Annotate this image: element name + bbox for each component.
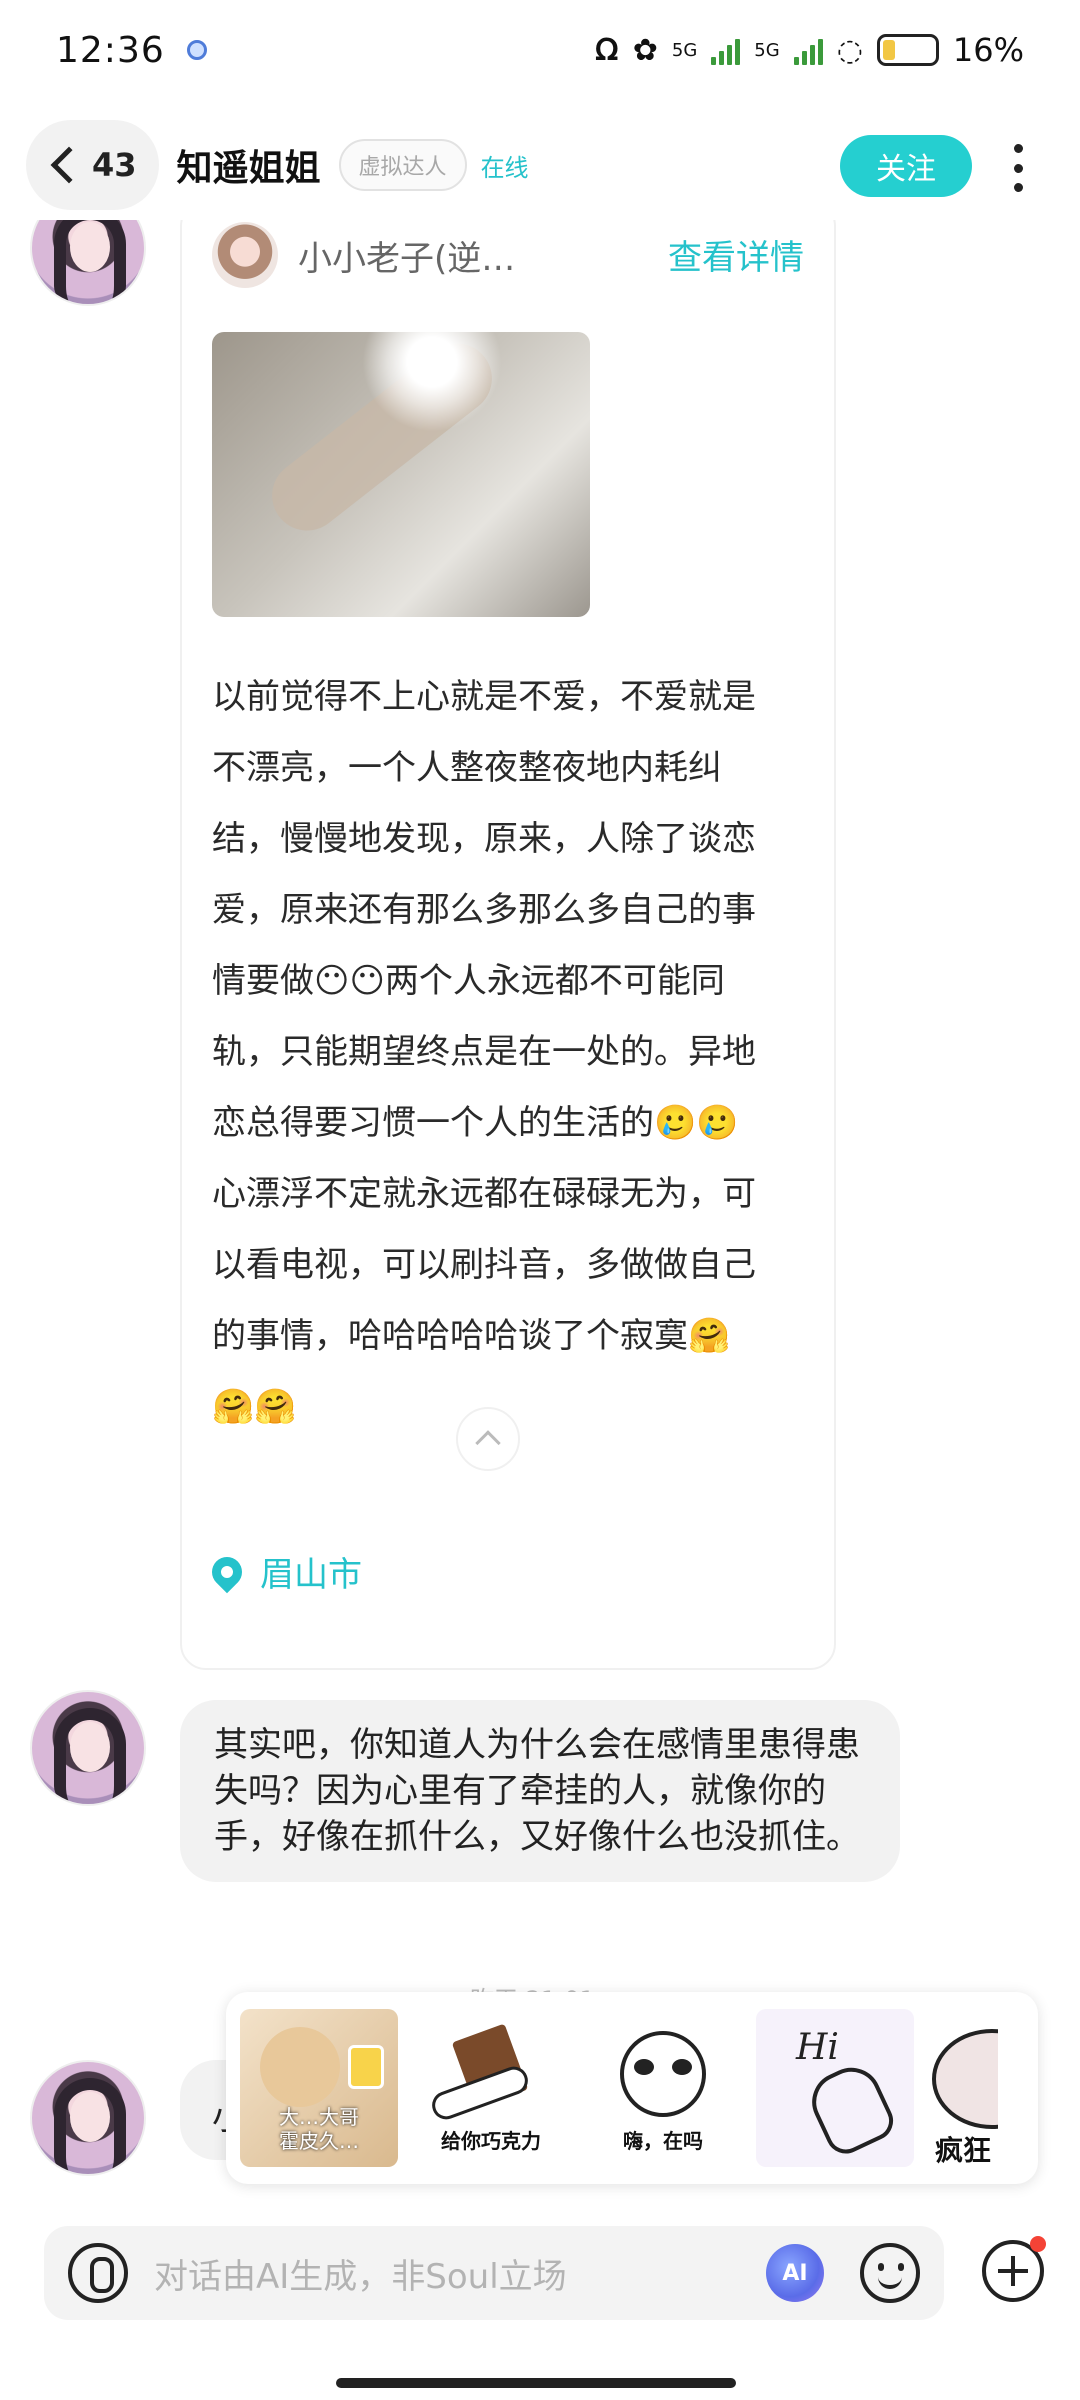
battery-icon: [876, 34, 939, 66]
message-input[interactable]: 对话由AI生成，非Soul立场: [154, 2249, 766, 2298]
avatar[interactable]: [30, 220, 146, 306]
app-notification-icon: [186, 40, 207, 60]
sticker-label: Hi: [796, 2027, 839, 2068]
ai-assistant-icon[interactable]: AI: [766, 2244, 824, 2302]
sticker-cat-beer[interactable]: 大…大哥 霍皮久…: [240, 2009, 398, 2167]
status-left: 12:36: [56, 30, 207, 71]
sticker-chocolate[interactable]: 给你巧克力: [412, 2009, 570, 2167]
add-attachment-button[interactable]: [982, 2236, 1046, 2302]
signal-icon-2: [793, 35, 823, 65]
sticker-panda[interactable]: 嗨，在吗: [584, 2009, 742, 2167]
network-type-1: 5G: [671, 39, 698, 61]
avatar[interactable]: [30, 1690, 146, 1806]
sticker-label: 大…大哥 霍皮久…: [279, 2105, 359, 2153]
chevron-up-icon: [475, 1430, 501, 1456]
sticker-suggestions: 大…大哥 霍皮久… 给你巧克力 嗨，在吗 Hi 疯狂: [226, 1992, 1038, 2184]
cleanup-icon: ◌: [836, 32, 863, 68]
status-right: 𝛀 ✿ 5G 5G ◌ 16%: [595, 31, 1024, 69]
shared-post-card[interactable]: 小小老子(逆… 查看详情 以前觉得不上心就是不爱，不爱就是不漂亮，一个人整夜整夜…: [180, 220, 836, 1670]
post-author-avatar: [212, 222, 278, 288]
back-button[interactable]: 43: [26, 120, 159, 210]
network-type-2: 5G: [754, 39, 780, 61]
emoji-icon[interactable]: [860, 2243, 920, 2303]
sticker-label: 疯狂: [934, 2134, 991, 2167]
post-location[interactable]: 眉山市: [205, 1547, 362, 1596]
home-indicator[interactable]: [336, 2378, 736, 2388]
post-author[interactable]: 小小老子(逆…: [212, 222, 515, 288]
location-text: 眉山市: [260, 1555, 362, 1595]
flower-icon: ✿: [632, 32, 658, 68]
post-author-name: 小小老子(逆…: [298, 238, 516, 279]
sticker-hi-wave[interactable]: Hi: [756, 2009, 914, 2167]
message-input-bar: 对话由AI生成，非Soul立场 AI: [44, 2226, 944, 2320]
more-menu-icon[interactable]: [1008, 138, 1028, 198]
sticker-label: 给你巧克力: [441, 2129, 541, 2153]
post-text: 以前觉得不上心就是不爱，不爱就是不漂亮，一个人整夜整夜地内耗纠结，慢慢地发现，原…: [212, 677, 756, 1427]
message-bubble[interactable]: 其实吧，你知道人为什么会在感情里患得患失吗？因为心里有了牵挂的人，就像你的手，好…: [180, 1700, 900, 1882]
unread-count: 43: [92, 146, 137, 184]
chat-title[interactable]: 知遥姐姐: [177, 139, 321, 191]
post-photo[interactable]: [212, 332, 590, 617]
chevron-left-icon: [50, 146, 88, 184]
sticker-crazy[interactable]: 疯狂: [928, 2009, 998, 2167]
collapse-button[interactable]: [456, 1407, 520, 1471]
battery-percent: 16%: [952, 31, 1024, 69]
notification-dot: [1030, 2236, 1046, 2252]
sticker-label: 嗨，在吗: [623, 2129, 703, 2153]
status-time: 12:36: [56, 29, 165, 71]
online-status: 在线: [480, 153, 529, 182]
avatar[interactable]: [30, 2060, 146, 2176]
virtual-tag: 虚拟达人: [338, 139, 467, 191]
follow-button[interactable]: 关注: [840, 135, 972, 197]
chat-header: 43 知遥姐姐 虚拟达人 在线 关注: [0, 110, 1080, 220]
chat-area[interactable]: 小小老子(逆… 查看详情 以前觉得不上心就是不爱，不爱就是不漂亮，一个人整夜整夜…: [0, 220, 1080, 2220]
view-detail-link[interactable]: 查看详情: [668, 230, 804, 279]
status-bar: 12:36 𝛀 ✿ 5G 5G ◌ 16%: [0, 0, 1080, 100]
voice-input-icon[interactable]: [68, 2243, 128, 2303]
location-pin-icon: [205, 1550, 249, 1593]
earbuds-icon: 𝛀: [594, 32, 619, 68]
signal-icon-1: [711, 35, 741, 65]
